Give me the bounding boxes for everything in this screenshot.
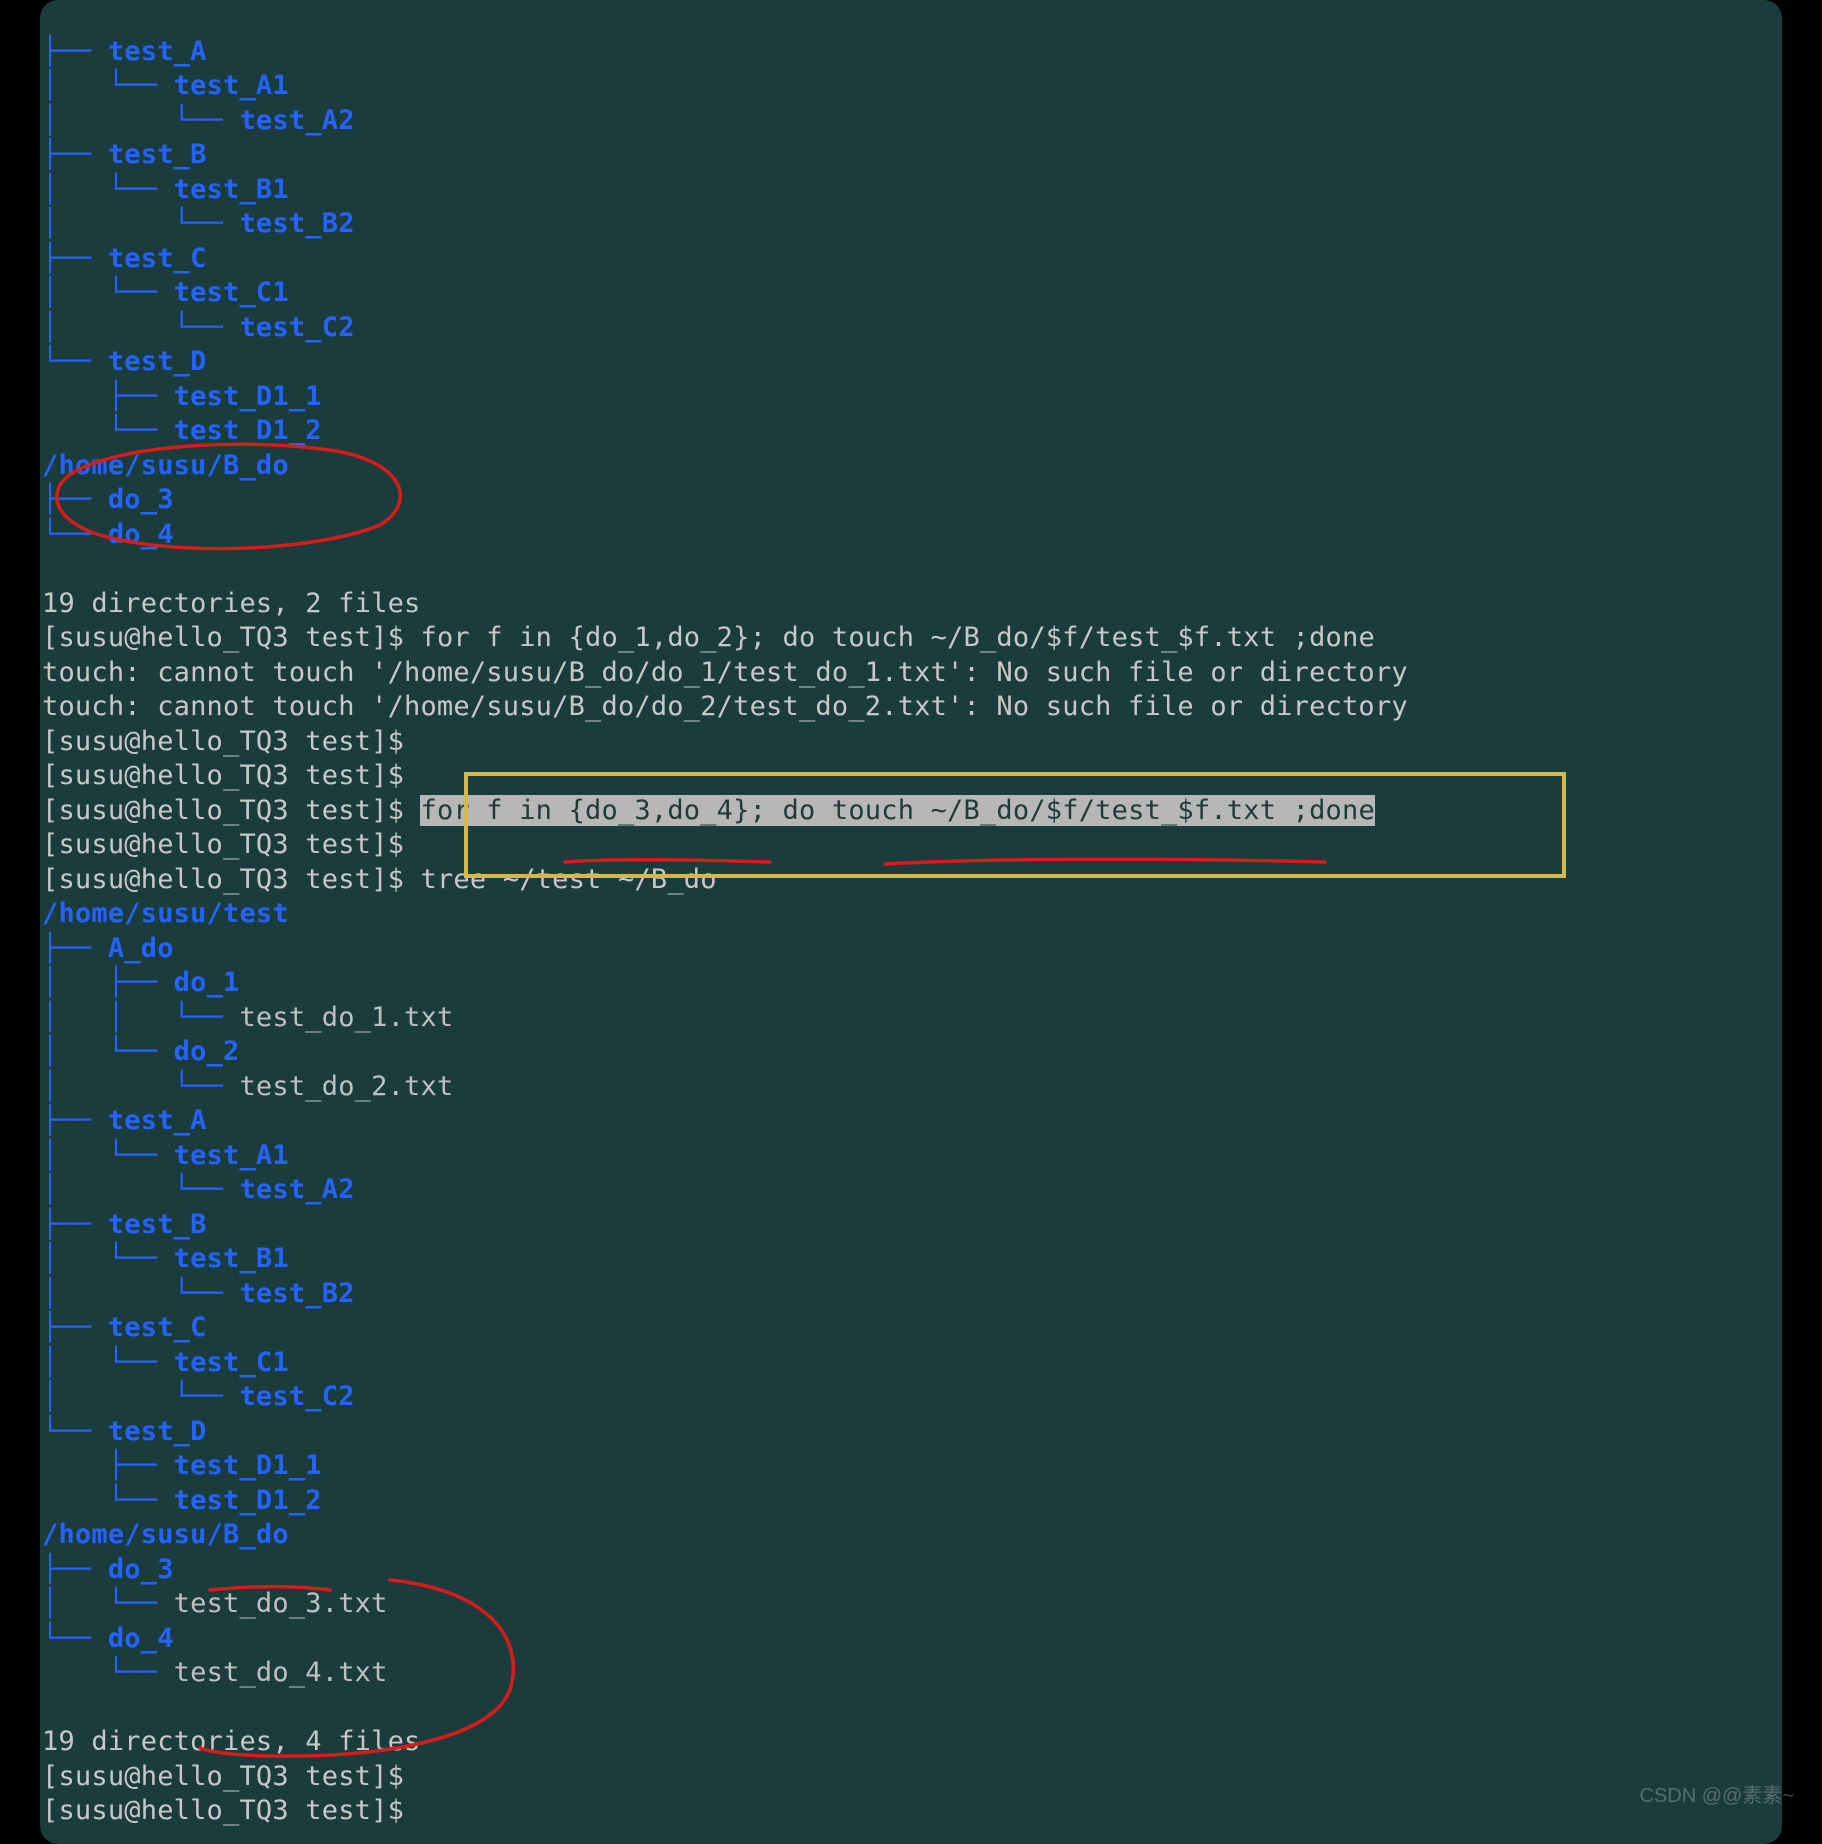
tree-dir: do_1 (174, 967, 240, 998)
tree-dir: ├── test_C (42, 243, 207, 274)
tree-dir: ├── test_D1_1 (42, 381, 322, 412)
tree-dir: └── test_D1_2 (42, 415, 322, 446)
tree-dir: │ └── test_A1 (42, 70, 289, 101)
tree-dir: A_do (108, 933, 174, 964)
tree-dir: do_3 (108, 1554, 174, 1585)
tree-dir: │ └── test_C1 (42, 277, 289, 308)
terminal-content[interactable]: ├── test_A │ └── test_A1 │ └── test_A2 ├… (40, 0, 1782, 1829)
tree-pipe: └── (42, 1623, 108, 1654)
prompt: [susu@hello_TQ3 test]$ (42, 1761, 420, 1792)
tree-dir: │ └── test_B2 (42, 208, 355, 239)
prompt: [susu@hello_TQ3 test]$ (42, 864, 420, 895)
tree-dir: ├── test_D1_1 (42, 1450, 322, 1481)
tree-dir: └── test_D1_2 (42, 1485, 322, 1516)
tree-path: /home/susu/B_do (42, 1519, 289, 1550)
tree-path: /home/susu/B_do (42, 450, 289, 481)
error-line: touch: cannot touch '/home/susu/B_do/do_… (42, 657, 1408, 688)
tree-pipe: ├── (42, 933, 108, 964)
tree-path: /home/susu/test (42, 898, 289, 929)
tree-dir: ├── test_C (42, 1312, 207, 1343)
tree-summary: 19 directories, 2 files (42, 588, 420, 619)
tree-summary: 19 directories, 4 files (42, 1726, 420, 1757)
tree-file: test_do_3.txt (174, 1588, 388, 1619)
prompt: [susu@hello_TQ3 test]$ (42, 622, 420, 653)
tree-pipe: │ └── (42, 1071, 239, 1102)
watermark: CSDN @@素素~ (1639, 1779, 1794, 1808)
tree-dir: │ └── test_B2 (42, 1278, 355, 1309)
prompt: [susu@hello_TQ3 test]$ (42, 760, 404, 791)
tree-dir: └── do_4 (42, 519, 174, 550)
tree-dir: │ └── test_B1 (42, 1243, 289, 1274)
prompt: [susu@hello_TQ3 test]$ (42, 795, 420, 826)
tree-dir: │ └── test_A2 (42, 1174, 355, 1205)
command: for f in {do_1,do_2}; do touch ~/B_do/$f… (420, 622, 1374, 653)
tree-pipe: ├── (42, 1554, 108, 1585)
tree-dir: │ └── test_B1 (42, 174, 289, 205)
tree-file: test_do_2.txt (239, 1071, 453, 1102)
tree-dir: │ └── test_C2 (42, 1381, 355, 1412)
tree-pipe: └── (42, 1657, 174, 1688)
tree-dir: │ └── test_C2 (42, 312, 355, 343)
highlighted-command: for f in {do_3,do_4}; do touch ~/B_do/$f… (420, 795, 1374, 826)
tree-pipe: │ └── (42, 1036, 174, 1067)
tree-dir: │ └── test_A1 (42, 1140, 289, 1171)
tree-file: test_do_1.txt (239, 1002, 453, 1033)
tree-dir: ├── test_B (42, 139, 207, 170)
tree-dir: do_2 (174, 1036, 240, 1067)
tree-dir: ├── test_A (42, 1105, 207, 1136)
tree-dir: ├── test_A (42, 36, 207, 67)
tree-dir: ├── test_B (42, 1209, 207, 1240)
tree-dir: │ └── test_C1 (42, 1347, 289, 1378)
tree-dir: do_4 (108, 1623, 174, 1654)
tree-dir: └── test_D (42, 1416, 207, 1447)
tree-pipe: │ │ └── (42, 1002, 239, 1033)
tree-file: test_do_4.txt (174, 1657, 388, 1688)
tree-pipe: │ └── (42, 1588, 174, 1619)
tree-pipe: │ ├── (42, 967, 174, 998)
command: tree ~/test ~/B_do (420, 864, 716, 895)
prompt: [susu@hello_TQ3 test]$ (42, 726, 420, 757)
tree-dir: └── test_D (42, 346, 207, 377)
terminal-window[interactable]: ├── test_A │ └── test_A1 │ └── test_A2 ├… (40, 0, 1782, 1844)
tree-dir: │ └── test_A2 (42, 105, 355, 136)
prompt: [susu@hello_TQ3 test]$ (42, 829, 420, 860)
error-line: touch: cannot touch '/home/susu/B_do/do_… (42, 691, 1408, 722)
prompt: [susu@hello_TQ3 test]$ (42, 1795, 420, 1826)
tree-dir: ├── do_3 (42, 484, 174, 515)
